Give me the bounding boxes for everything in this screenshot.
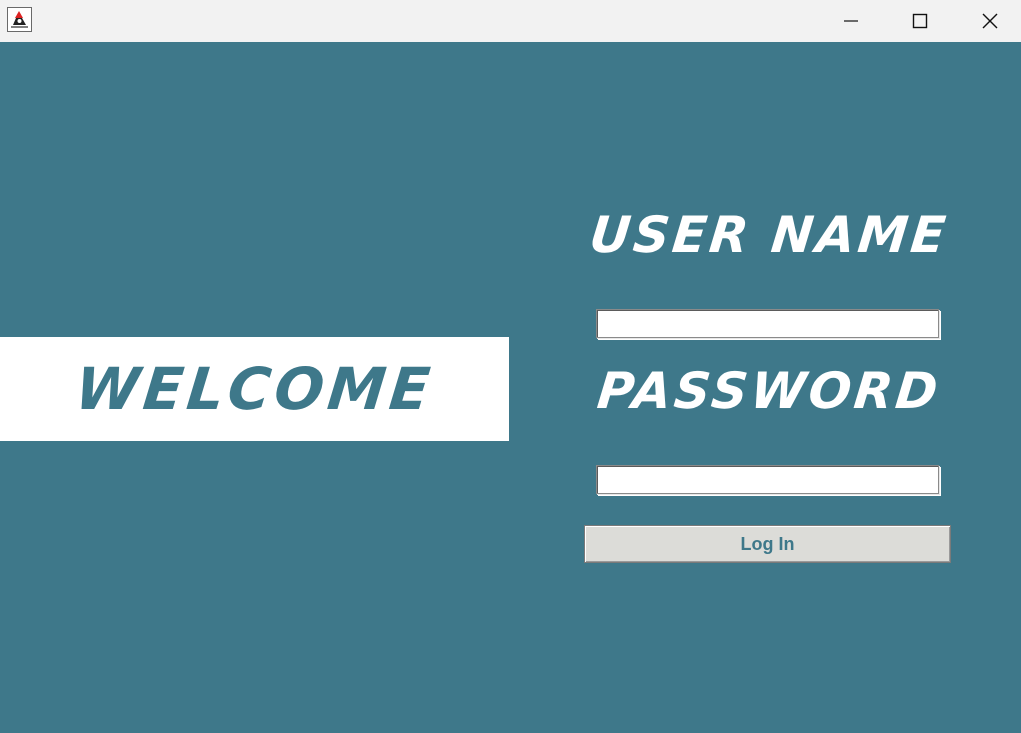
username-label: USER NAME	[586, 206, 952, 264]
title-bar	[0, 0, 1021, 42]
login-button[interactable]: Log In	[584, 525, 951, 563]
welcome-heading: WELCOME	[72, 355, 437, 423]
password-field[interactable]	[596, 465, 939, 494]
password-label: PASSWORD	[594, 362, 944, 420]
maximize-icon	[912, 13, 928, 29]
login-window-content: WELCOME USER NAME PASSWORD Log In	[0, 42, 1021, 733]
minimize-button[interactable]	[816, 0, 886, 42]
close-button[interactable]	[955, 0, 1021, 42]
java-duke-icon[interactable]	[7, 7, 32, 32]
username-field[interactable]	[596, 309, 939, 338]
welcome-panel: WELCOME	[0, 337, 509, 441]
close-icon	[982, 13, 998, 29]
maximize-button[interactable]	[885, 0, 955, 42]
minimize-icon	[844, 20, 858, 22]
